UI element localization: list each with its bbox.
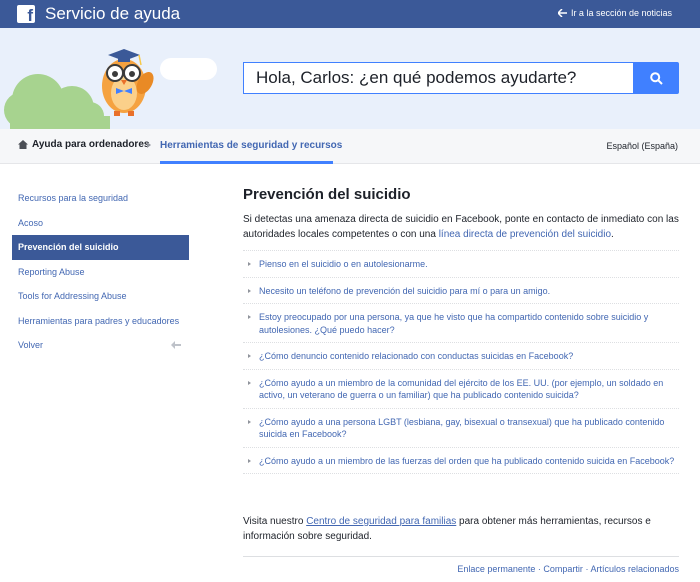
sidebar-item-acoso[interactable]: Acoso [12,211,189,236]
sidebar-item-volver[interactable]: Volver [12,333,189,358]
breadcrumb: Ayuda para ordenadores Herramientas de s… [0,129,700,164]
page-title: Prevención del suicidio [243,186,411,203]
home-icon [18,140,28,149]
news-link-label: Ir a la sección de noticias [570,8,672,18]
breadcrumb-separator-icon [147,142,151,148]
sidebar-item-recursos-seguridad[interactable]: Recursos para la seguridad [12,186,189,211]
breadcrumb-home-label: Ayuda para ordenadores [32,139,150,150]
faq-item[interactable]: ¿Cómo denuncio contenido relacionado con… [243,343,679,370]
footer-divider [243,556,679,557]
facebook-logo-icon[interactable]: f [17,5,35,25]
breadcrumb-active-indicator [160,161,333,164]
sidebar-nav: Recursos para la seguridad Acoso Prevenc… [12,186,189,358]
related-articles-link[interactable]: Artículos relacionados [590,564,679,574]
back-arrow-icon [557,9,567,17]
search-icon [649,71,663,85]
hotline-link[interactable]: línea directa de prevención del suicidio [439,229,611,240]
sidebar-item-tools-abuse[interactable]: Tools for Addressing Abuse [12,284,189,309]
breadcrumb-current[interactable]: Herramientas de seguridad y recursos [160,140,342,151]
language-selector[interactable]: Español (España) [606,141,678,151]
breadcrumb-home[interactable]: Ayuda para ordenadores [18,139,149,150]
share-link[interactable]: Compartir [543,564,583,574]
owl-mascot-illustration [4,49,217,129]
intro-end: . [611,229,614,240]
top-bar: f Servicio de ayuda Ir a la sección de n… [0,0,700,28]
faq-list: Pienso en el suicidio o en autolesionarm… [243,250,679,474]
search-button[interactable] [633,62,679,94]
sidebar-item-prevencion-suicidio[interactable]: Prevención del suicidio [12,235,189,260]
sidebar-item-volver-label: Volver [18,340,44,351]
faq-item[interactable]: Pienso en el suicidio o en autolesionarm… [243,251,679,278]
sidebar-item-reporting-abuse[interactable]: Reporting Abuse [12,260,189,285]
faq-item[interactable]: Estoy preocupado por una persona, ya que… [243,304,679,343]
family-safety-center-link[interactable]: Centro de seguridad para familias [306,516,456,527]
faq-item[interactable]: ¿Cómo ayudo a un miembro de las fuerzas … [243,448,679,474]
back-arrow-icon [171,341,181,349]
faq-item[interactable]: ¿Cómo ayudo a una persona LGBT (lesbiana… [243,409,679,448]
outro-text-before: Visita nuestro [243,516,307,527]
news-link[interactable]: Ir a la sección de noticias [557,8,672,18]
faq-item[interactable]: Necesito un teléfono de prevención del s… [243,278,679,304]
faq-item[interactable]: ¿Cómo ayudo a un miembro de la comunidad… [243,370,679,409]
article: Prevención del suicidio Si detectas una … [243,186,679,574]
intro-paragraph: Si detectas una amenaza directa de suici… [243,212,679,242]
sidebar-item-padres-educadores[interactable]: Herramientas para padres y educadores [12,309,189,334]
outro-paragraph: Visita nuestro Centro de seguridad para … [243,514,679,544]
app-title[interactable]: Servicio de ayuda [45,4,180,24]
hero-banner: Hola, Carlos: ¿en qué podemos ayudarte? [0,28,700,129]
search-input[interactable]: Hola, Carlos: ¿en qué podemos ayudarte? [243,62,634,94]
permalink-link[interactable]: Enlace permanente [457,564,535,574]
footer-links: Enlace permanente · Compartir · Artículo… [243,564,679,574]
